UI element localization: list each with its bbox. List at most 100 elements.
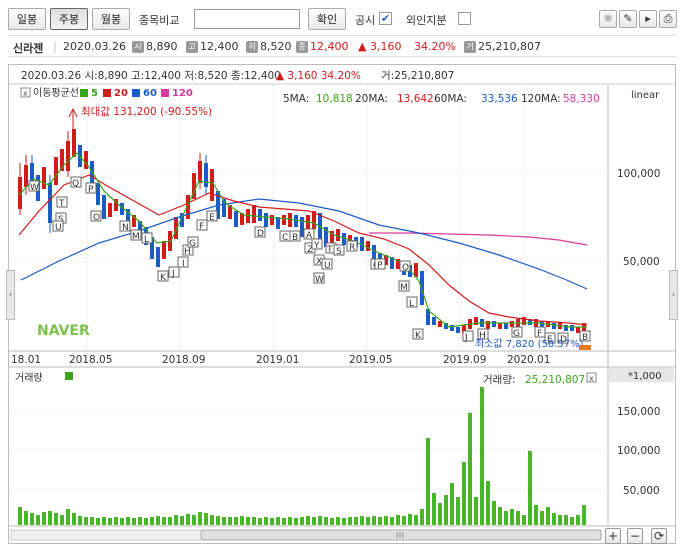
open-badge: 시 [132,41,144,53]
candles [18,129,586,333]
info-date: 2020.03.26 [63,40,126,53]
svg-text:D: D [257,229,264,239]
svg-text:2020.01: 2020.01 [507,354,550,366]
ma5-line [18,152,587,328]
chart-svg: 2020.03.26 시:8,890 고:12,400 저:8,520 종:12… [9,70,675,541]
svg-text:2019.05: 2019.05 [349,354,392,366]
info-volume: 거 25,210,807 [464,40,541,53]
svg-text:20: 20 [114,88,128,99]
svg-text:P: P [88,185,94,195]
svg-text:x: x [589,374,594,383]
monthly-button[interactable]: 월봉 [92,8,130,30]
svg-text:2018.05: 2018.05 [69,354,112,366]
svg-text:Y: Y [313,241,320,251]
chart-header-volume: 거:25,210,807 [381,70,454,82]
scroll-left-handle[interactable]: ‹ [6,270,15,320]
volume-bars [18,387,586,525]
svg-text:R: R [349,243,355,253]
svg-text:T: T [326,245,333,255]
svg-text:2019.09: 2019.09 [443,354,486,366]
svg-text:2018.09: 2018.09 [162,354,205,366]
chart-header: 2020.03.26 시:8,890 고:12,400 저:8,520 종:12… [21,70,281,82]
close-badge: 종 [296,41,308,53]
disclosure-checkbox[interactable]: ✔ [379,12,392,25]
price-tick-100000: 100,000 [617,168,660,180]
low-badge: 저 [246,41,258,53]
svg-text:x: x [23,89,28,98]
svg-text:J: J [171,269,175,279]
stock-name: 신라젠 [13,42,44,55]
svg-text:X: X [316,257,322,267]
volume-tick-150000: 150,000 [617,406,660,418]
svg-text:W: W [315,275,324,285]
svg-text:I: I [182,259,185,269]
svg-text:Q: Q [72,179,79,189]
info-close: 종 12,400 [296,40,349,53]
volume-title: 거래량 [15,372,43,384]
svg-text:L: L [409,299,414,309]
svg-text:L: L [144,235,149,245]
svg-text:O: O [93,213,100,223]
foreign-label: 외인지분 [406,14,447,27]
price-tick-50000: 50,000 [623,256,660,268]
cursor-icon[interactable]: ▸ [639,10,657,28]
svg-text:U: U [324,261,331,271]
svg-text:S: S [336,247,342,257]
volume-badge: 거 [464,41,476,53]
svg-text:120MA:: 120MA: [521,93,561,105]
svg-text:18.01: 18.01 [11,354,41,366]
volume-value: 25,210,807 [525,374,585,386]
chart-area[interactable]: 2020.03.26 시:8,890 고:12,400 저:8,520 종:12… [8,64,676,544]
compare-input[interactable] [194,9,300,29]
zoom-out-button[interactable]: − [627,528,643,544]
ma-legend: 5 20 60 120 [80,88,193,99]
svg-text:5: 5 [91,88,98,99]
confirm-button[interactable]: 확인 [308,8,346,30]
volume-tick-50000: 50,000 [623,485,660,497]
svg-text:J: J [464,333,468,343]
scroll-right-handle[interactable]: › [669,270,678,320]
ma-title: 이동평균선 [33,87,79,99]
toolbar: 일봉 주봉 월봉 종목비교 확인 공시 ✔ 외인지분 ☼ ✎ ▸ ⎙ [8,8,677,32]
svg-text:P: P [377,261,383,271]
zoom-in-button[interactable]: + [605,528,621,544]
svg-text:13,642: 13,642 [397,93,434,105]
svg-text:F: F [199,222,204,232]
svg-text:60MA:: 60MA: [434,93,467,105]
volume-legend-swatch [65,372,73,380]
svg-text:W: W [30,183,39,193]
info-open: 시 8,890 [132,40,178,53]
svg-text:F: F [537,329,542,339]
svg-text:10,818: 10,818 [316,93,353,105]
pencil-icon[interactable]: ✎ [619,10,637,28]
svg-text:5MA:: 5MA: [283,93,309,105]
scale-label[interactable]: linear [631,90,660,101]
event-markers: W T S U Q P O N M L K J I H G F E D C B [28,176,591,345]
info-low: 저 8,520 [246,40,292,53]
print-icon[interactable]: ⎙ [659,10,677,28]
high-badge: 고 [186,41,198,53]
svg-text:O: O [402,263,409,273]
svg-text:58,330: 58,330 [563,93,600,105]
svg-text:E: E [209,213,215,223]
info-change: ▲ 3,160 [358,40,402,53]
svg-text:2019.01: 2019.01 [256,354,299,366]
svg-text:M: M [400,283,408,293]
volume-unit: *1,000 [628,371,662,382]
current-price-marker [579,345,591,350]
date-axis: 18.01 2018.05 2018.09 2019.01 2019.05 20… [11,354,550,366]
foreign-checkbox[interactable] [458,12,471,25]
min-label: 최소값 7,820 (58.57%) [475,338,584,350]
svg-text:G: G [513,329,520,339]
svg-text:C: C [282,233,288,243]
reset-icon[interactable]: ⟳ [651,528,667,544]
disclosure-label: 공시 [355,14,376,27]
daily-button[interactable]: 일봉 [8,8,46,30]
svg-text:T: T [58,199,65,209]
bulb-icon[interactable]: ☼ [599,10,617,28]
time-scrollbar-thumb[interactable] [200,529,602,541]
compare-label: 종목비교 [139,14,180,27]
svg-text:G: G [189,239,196,249]
svg-text:M: M [132,232,140,242]
weekly-button[interactable]: 주봉 [50,8,88,30]
